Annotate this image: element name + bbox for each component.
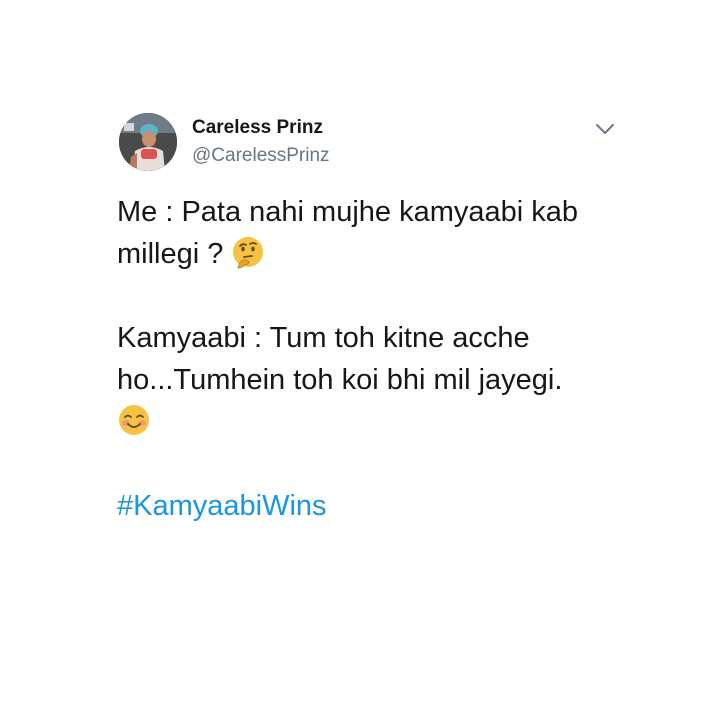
tweet-line-2: Kamyaabi : Tum toh kitne acche ho...Tumh… bbox=[117, 322, 563, 396]
chevron-down-icon[interactable] bbox=[593, 120, 617, 138]
hashtag-link[interactable]: #KamyaabiWins bbox=[117, 490, 327, 522]
tweet-paragraph: Kamyaabi : Tum toh kitne acche ho...Tumh… bbox=[117, 317, 617, 443]
smiling-face-icon bbox=[117, 403, 151, 437]
thinking-face-icon bbox=[231, 235, 265, 269]
tweet-line-1: Me : Pata nahi mujhe kamyaabi kab milleg… bbox=[117, 196, 579, 270]
avatar[interactable] bbox=[119, 113, 177, 171]
tweet-text: Me : Pata nahi mujhe kamyaabi kab milleg… bbox=[117, 191, 617, 527]
tweet-paragraph: #KamyaabiWins bbox=[117, 485, 617, 527]
user-handle[interactable]: @CarelessPrinz bbox=[192, 145, 330, 167]
tweet-paragraph: Me : Pata nahi mujhe kamyaabi kab milleg… bbox=[117, 191, 617, 275]
display-name[interactable]: Careless Prinz bbox=[192, 117, 323, 139]
tweet-card: Careless Prinz @CarelessPrinz Me : Pata … bbox=[0, 0, 720, 720]
